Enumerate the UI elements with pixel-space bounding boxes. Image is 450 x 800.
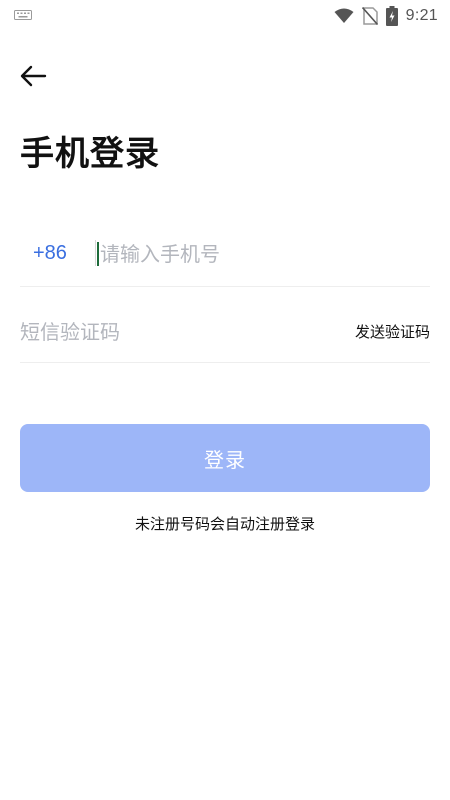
text-caret	[97, 242, 99, 266]
back-button[interactable]	[18, 62, 50, 90]
battery-charging-icon	[385, 6, 398, 26]
status-icons: 9:21	[334, 5, 438, 27]
arrow-left-icon	[20, 65, 47, 87]
auto-register-hint: 未注册号码会自动注册登录	[134, 515, 315, 533]
send-code-button[interactable]: 发送验证码	[355, 321, 430, 342]
sms-code-input[interactable]	[20, 316, 300, 348]
no-sim-icon	[361, 7, 378, 25]
phone-input[interactable]	[100, 238, 420, 270]
status-bar: 9:21	[0, 0, 450, 32]
page-title: 手机登录	[20, 134, 160, 174]
keyboard-icon	[14, 10, 32, 20]
status-time: 9:21	[405, 7, 438, 24]
login-button[interactable]: 登录	[20, 424, 430, 492]
country-code-selector[interactable]: +86	[33, 242, 67, 265]
field-divider	[95, 240, 96, 266]
code-field-row: 发送验证码	[20, 306, 430, 363]
wifi-icon	[334, 8, 354, 23]
phone-field-row: +86	[20, 226, 430, 287]
